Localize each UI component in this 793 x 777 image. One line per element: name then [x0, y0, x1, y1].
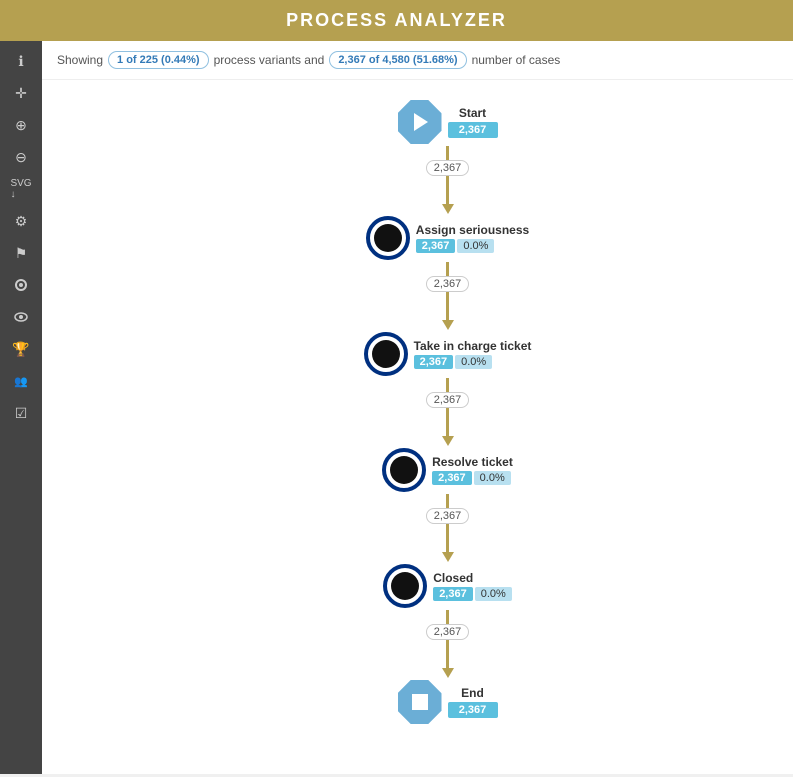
task-count-3: 2,367 [432, 471, 472, 485]
task-node-2: Take in charge ticket 2,367 0.0% [364, 332, 532, 376]
task-inner-1 [374, 224, 402, 252]
task-inner-3 [390, 456, 418, 484]
connector-arrow-1 [442, 204, 454, 214]
connector-line-top [446, 146, 449, 160]
connector-arrow-2 [442, 320, 454, 330]
info-icon[interactable]: ℹ [5, 47, 37, 75]
task-label-4: Closed 2,367 0.0% [433, 571, 512, 601]
end-node: End 2,367 [398, 680, 498, 724]
connector-5: 2,367 [426, 610, 470, 678]
eye-filter-icon[interactable] [5, 303, 37, 331]
task-name-4: Closed [433, 571, 473, 585]
task-circle-1 [366, 216, 410, 260]
connector-count-5: 2,367 [426, 624, 470, 640]
task-count-4: 2,367 [433, 587, 473, 601]
connector-4: 2,367 [426, 494, 470, 562]
connector-line-mid [446, 176, 449, 204]
end-name: End [461, 686, 484, 700]
task-name-2: Take in charge ticket [414, 339, 532, 353]
start-shape [398, 100, 442, 144]
start-play-icon [414, 113, 428, 131]
connector-2: 2,367 [426, 262, 470, 330]
start-count: 2,367 [448, 122, 498, 138]
end-square-icon [412, 694, 428, 710]
connector-count-4: 2,367 [426, 508, 470, 524]
page-header: PROCESS ANALYZER [0, 0, 793, 41]
task-node-1: Assign seriousness 2,367 0.0% [366, 216, 529, 260]
cases-badge: 2,367 of 4,580 (51.68%) [329, 51, 466, 69]
task-node-4: Closed 2,367 0.0% [383, 564, 512, 608]
task-stats-4: 2,367 0.0% [433, 587, 512, 601]
connector-line-mid-2 [446, 292, 449, 320]
connector-arrow-4 [442, 552, 454, 562]
connector-1: 2,367 [426, 146, 470, 214]
task-name-1: Assign seriousness [416, 223, 529, 237]
start-name: Start [459, 106, 486, 120]
end-count: 2,367 [448, 702, 498, 718]
task-percent-1: 0.0% [457, 239, 494, 253]
connector-line-top-5 [446, 610, 449, 624]
connector-line-top-2 [446, 262, 449, 276]
task-circle-2 [364, 332, 408, 376]
start-label-box: Start 2,367 [448, 106, 498, 138]
connector-line-top-4 [446, 494, 449, 508]
connector-count-3: 2,367 [426, 392, 470, 408]
end-text: number of cases [472, 53, 561, 67]
task-stats-3: 2,367 0.0% [432, 471, 511, 485]
task-label-2: Take in charge ticket 2,367 0.0% [414, 339, 532, 369]
connector-count-2: 2,367 [426, 276, 470, 292]
task-inner-4 [391, 572, 419, 600]
download-svg-icon[interactable]: SVG↓ [5, 175, 37, 203]
task-percent-4: 0.0% [475, 587, 512, 601]
connector-count-1: 2,367 [426, 160, 470, 176]
cursor-icon[interactable]: ✛ [5, 79, 37, 107]
connector-line-mid-5 [446, 640, 449, 668]
variants-badge: 1 of 225 (0.44%) [108, 51, 209, 69]
top-bar: Showing 1 of 225 (0.44%) process variant… [42, 41, 793, 80]
flag-icon[interactable]: ⚑ [5, 239, 37, 267]
task-stats-2: 2,367 0.0% [414, 355, 493, 369]
people-icon[interactable]: 👥 [5, 367, 37, 395]
process-content: Showing 1 of 225 (0.44%) process variant… [42, 41, 793, 774]
task-label-3: Resolve ticket 2,367 0.0% [432, 455, 513, 485]
connector-3: 2,367 [426, 378, 470, 446]
task-count-1: 2,367 [416, 239, 456, 253]
task-circle-3 [382, 448, 426, 492]
process-flow: Start 2,367 2,367 Assign seriousness [42, 80, 793, 754]
connector-arrow-3 [442, 436, 454, 446]
start-node: Start 2,367 [398, 100, 498, 144]
connector-arrow-5 [442, 668, 454, 678]
task-count-2: 2,367 [414, 355, 454, 369]
task-percent-2: 0.0% [455, 355, 492, 369]
task-name-3: Resolve ticket [432, 455, 513, 469]
task-inner-2 [372, 340, 400, 368]
task-percent-3: 0.0% [474, 471, 511, 485]
page-title: PROCESS ANALYZER [286, 10, 507, 30]
connector-line-top-3 [446, 378, 449, 392]
end-label-box: End 2,367 [448, 686, 498, 718]
task-label-1: Assign seriousness 2,367 0.0% [416, 223, 529, 253]
task-circle-4 [383, 564, 427, 608]
zoom-in-icon[interactable]: ⊕ [5, 111, 37, 139]
task-node-3: Resolve ticket 2,367 0.0% [382, 448, 513, 492]
trophy-icon[interactable]: 🏆 [5, 335, 37, 363]
cycle-icon[interactable] [5, 271, 37, 299]
task-stats-1: 2,367 0.0% [416, 239, 495, 253]
checklist-icon[interactable]: ☑ [5, 399, 37, 427]
sidebar: ℹ ✛ ⊕ ⊖ SVG↓ ⚙ ⚑ 🏆 👥 ☑ [0, 41, 42, 774]
showing-text: Showing [57, 53, 103, 67]
middle-text: process variants and [214, 53, 325, 67]
end-shape [398, 680, 442, 724]
settings-icon[interactable]: ⚙ [5, 207, 37, 235]
zoom-out-icon[interactable]: ⊖ [5, 143, 37, 171]
connector-line-mid-3 [446, 408, 449, 436]
connector-line-mid-4 [446, 524, 449, 552]
